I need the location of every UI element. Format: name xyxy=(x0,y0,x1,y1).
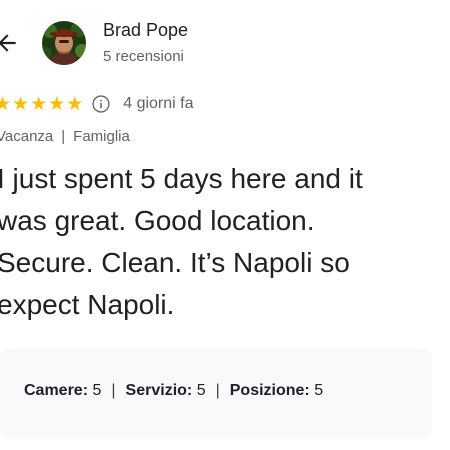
review-card: Brad Pope 5 recensioni ★ ★ ★ ★ ★ 4 giorn… xyxy=(0,0,450,450)
review-text: I just spent 5 days here and it was grea… xyxy=(0,163,363,320)
rooms-label: Camere: xyxy=(24,382,89,399)
rooms-value: 5 xyxy=(92,382,102,399)
sub-ratings-card: Camere: 5 | Servizio: 5 | Posizione: 5 xyxy=(0,349,432,438)
service-value: 5 xyxy=(196,382,206,399)
arrow-back-icon[interactable] xyxy=(0,30,20,56)
star-icon: ★ xyxy=(30,93,48,115)
trip-tags: Vacanza | Famiglia xyxy=(0,128,130,145)
avatar[interactable] xyxy=(42,21,86,65)
star-icon: ★ xyxy=(48,93,66,115)
author-name[interactable]: Brad Pope xyxy=(103,20,188,41)
info-icon[interactable] xyxy=(91,94,111,114)
rating-row: ★ ★ ★ ★ ★ 4 giorni fa xyxy=(0,92,194,116)
tag-separator: | xyxy=(61,128,66,145)
review-date: 4 giorni fa xyxy=(123,95,194,112)
location-label: Posizione: xyxy=(229,382,310,399)
companion-tag: Famiglia xyxy=(73,128,130,145)
sub-ratings: Camere: 5 | Servizio: 5 | Posizione: 5 xyxy=(24,382,323,400)
avatar-image xyxy=(42,21,86,65)
service-label: Servizio: xyxy=(125,382,193,399)
author-review-count: 5 recensioni xyxy=(103,48,184,65)
rating-separator: | xyxy=(215,382,220,399)
star-icon: ★ xyxy=(0,93,12,115)
star-rating: ★ ★ ★ ★ ★ xyxy=(0,95,83,114)
rating-separator: | xyxy=(111,382,116,399)
star-icon: ★ xyxy=(66,93,84,115)
location-value: 5 xyxy=(314,382,324,399)
trip-type-tag: Vacanza xyxy=(0,128,54,145)
star-icon: ★ xyxy=(12,93,30,115)
